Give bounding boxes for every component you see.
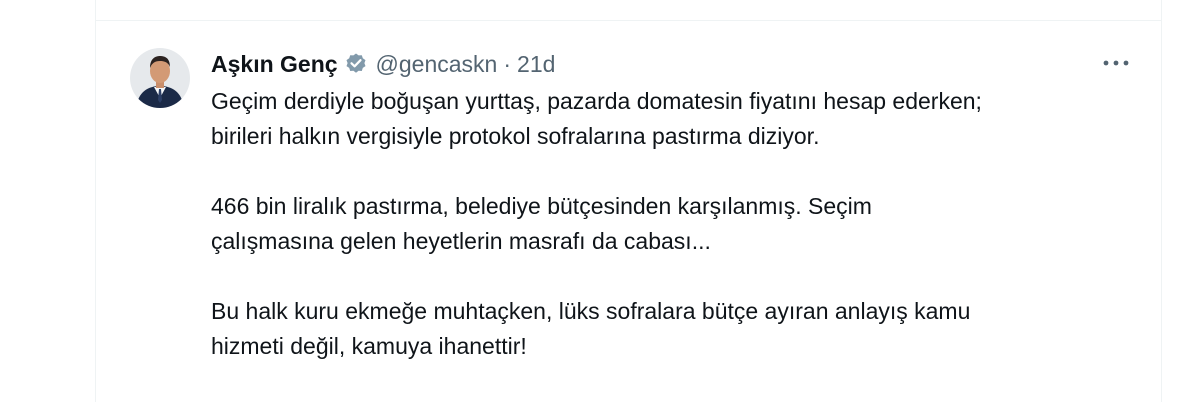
author-handle[interactable]: @gencaskn <box>376 51 498 78</box>
meta-separator: · <box>503 50 512 77</box>
more-options-button[interactable] <box>1098 51 1134 75</box>
timeline-frame: Aşkın Genç @gencaskn · 21d Geçim derdiyl… <box>0 0 1200 402</box>
verified-badge-icon[interactable] <box>344 52 368 76</box>
author-avatar[interactable] <box>130 48 190 108</box>
profile-photo-icon <box>130 48 190 108</box>
tweet-paragraph: Bu halk kuru ekmeğe muhtaçken, lüks sofr… <box>211 294 1151 364</box>
tweet-line: Geçim derdiyle boğuşan yurttaş, pazarda … <box>211 88 982 114</box>
tweet-line: 466 bin liralık pastırma, belediye bütçe… <box>211 193 872 219</box>
tweet-timestamp[interactable]: 21d <box>517 51 555 78</box>
tweet-header: Aşkın Genç @gencaskn · 21d <box>211 49 555 79</box>
tweet-paragraph: Geçim derdiyle boğuşan yurttaş, pazarda … <box>211 84 1151 154</box>
tweet-line: Bu halk kuru ekmeğe muhtaçken, lüks sofr… <box>211 298 971 324</box>
author-display-name[interactable]: Aşkın Genç <box>211 51 338 78</box>
previous-tweet-edge <box>95 0 1162 21</box>
tweet-text: Geçim derdiyle boğuşan yurttaş, pazarda … <box>211 84 1151 364</box>
tweet-line: hizmeti değil, kamuya ihanettir! <box>211 333 527 359</box>
tweet-line: birileri halkın vergisiyle protokol sofr… <box>211 123 820 149</box>
more-horizontal-icon <box>1103 60 1129 66</box>
tweet-paragraph: 466 bin liralık pastırma, belediye bütçe… <box>211 189 1151 259</box>
tweet-line: çalışmasına gelen heyetlerin masrafı da … <box>211 228 711 254</box>
tweet-card[interactable]: Aşkın Genç @gencaskn · 21d Geçim derdiyl… <box>95 21 1162 402</box>
